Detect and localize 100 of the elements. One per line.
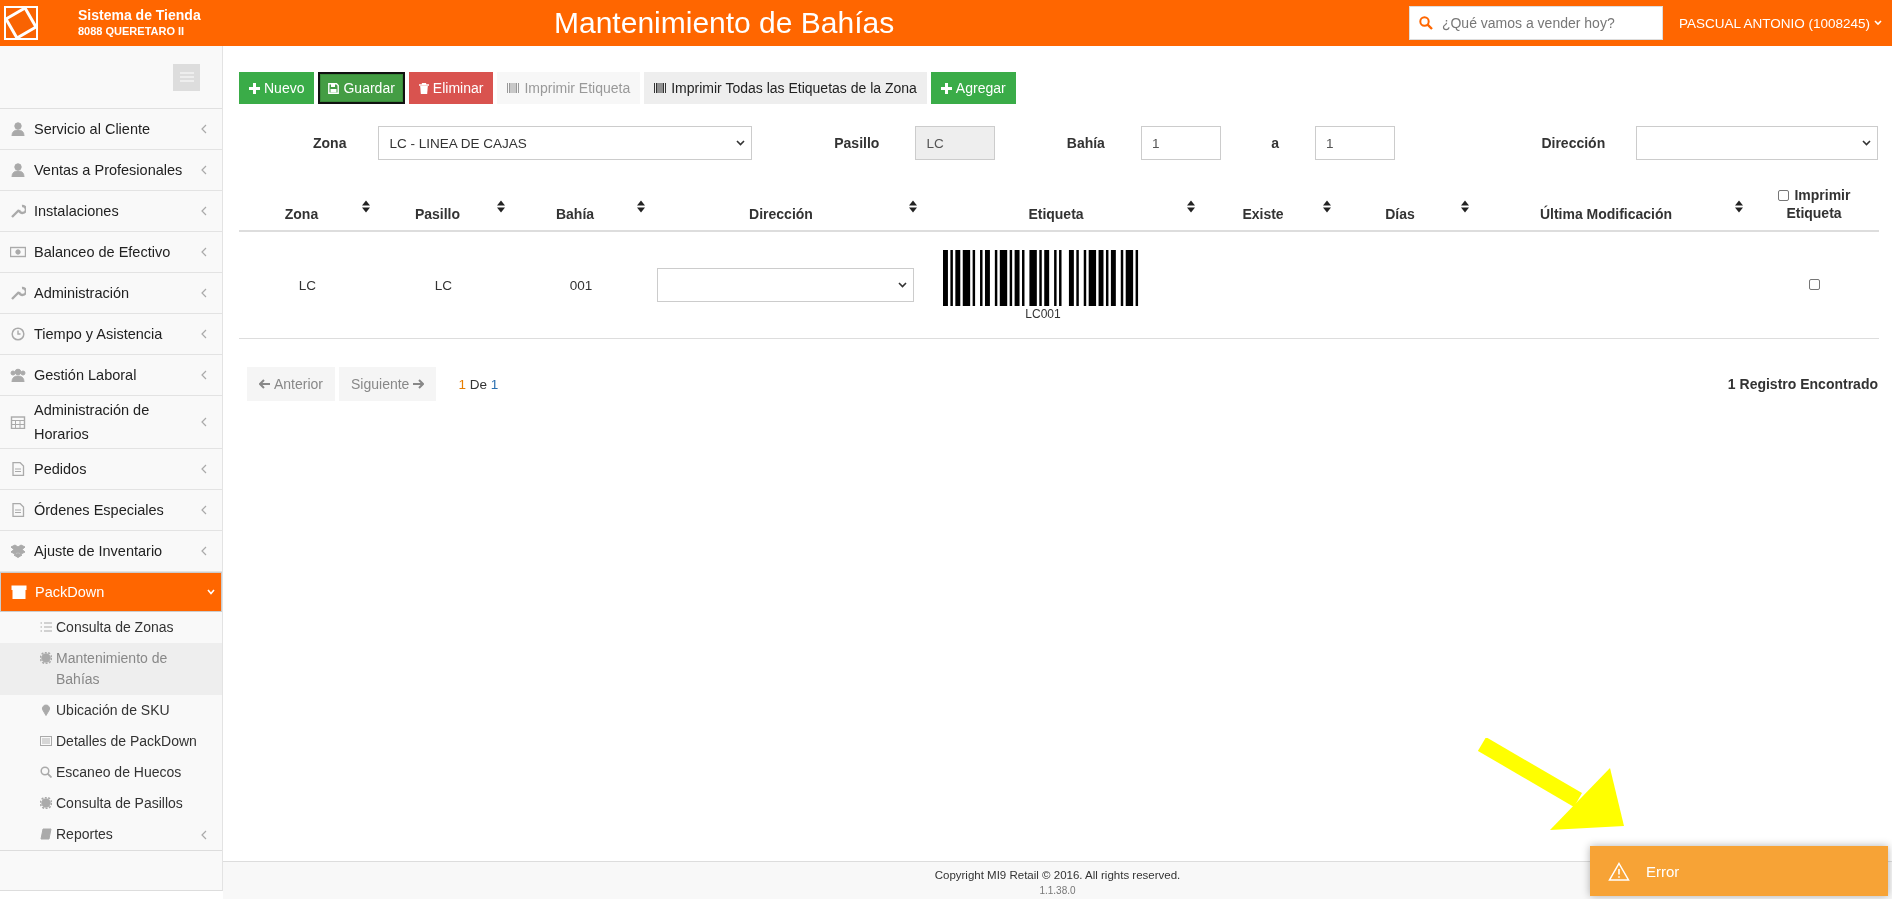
chevron-icon: [200, 464, 208, 474]
app-name: Sistema de Tienda: [78, 7, 201, 23]
clock-icon: [10, 327, 26, 341]
chevron-icon: [200, 288, 208, 298]
field-label: Zona: [313, 135, 347, 151]
trash-icon: [418, 82, 429, 94]
plus-icon: [249, 82, 260, 94]
print-button[interactable]: Imprimir Todas las Etiquetas de la Zona: [644, 72, 927, 104]
gear-icon: [40, 797, 52, 809]
field-label: Dirección: [1541, 135, 1606, 151]
list-icon: [40, 621, 52, 633]
chevron-icon: [200, 247, 208, 257]
submenu-item[interactable]: Escaneo de Huecos: [0, 757, 222, 788]
record-count: 1 Registro Encontrado: [1727, 376, 1878, 392]
column-header: Imprimir Etiqueta: [1786, 187, 1851, 221]
sidebar-item[interactable]: Gestión Laboral: [0, 355, 222, 396]
file-icon: [10, 462, 26, 476]
sort-icon[interactable]: [1187, 200, 1195, 213]
caret-icon: [1874, 20, 1882, 26]
search-icon: [40, 766, 52, 778]
pin-icon: [40, 704, 52, 716]
submenu-item[interactable]: Consulta de Pasillos: [0, 788, 222, 819]
chevron-icon: [200, 329, 208, 339]
sort-icon[interactable]: [909, 200, 917, 213]
calendar-icon: [10, 415, 26, 429]
sidebar-item[interactable]: Administración: [0, 273, 222, 314]
submenu-item[interactable]: Consulta de Zonas: [0, 612, 222, 643]
column-header: Días: [1385, 206, 1415, 222]
chevron-icon: [736, 140, 746, 146]
sidebar-item[interactable]: Órdenes Especiales: [0, 490, 222, 531]
wrench-icon: [10, 204, 26, 218]
sidebar-item[interactable]: Ventas a Profesionales: [0, 150, 222, 191]
sidebar-item[interactable]: Instalaciones: [0, 191, 222, 232]
sort-icon[interactable]: [1735, 200, 1743, 213]
arrow-left-icon: [259, 379, 270, 389]
chevron-icon: [200, 370, 208, 380]
submenu-item[interactable]: Detalles de PackDown: [0, 726, 222, 757]
sidebar-item[interactable]: Pedidos: [0, 449, 222, 490]
version-text: 1.1.38.0: [1039, 884, 1076, 898]
logo-icon: [4, 6, 38, 40]
chevron-icon: [1862, 140, 1871, 146]
sort-icon[interactable]: [497, 200, 505, 213]
barcode-icon: [654, 83, 668, 93]
user-icon: [10, 163, 26, 177]
sort-icon[interactable]: [362, 200, 370, 213]
search-field[interactable]: ¿Qué vamos a vender hoy?: [1408, 6, 1663, 40]
sort-icon[interactable]: [637, 200, 645, 213]
sidebar-item[interactable]: Administración de Horarios: [0, 396, 222, 449]
bay-from-field[interactable]: 1: [1140, 126, 1222, 160]
chevron-icon: [200, 206, 208, 216]
chevron-icon: [207, 587, 215, 597]
column-header: Última Modificación: [1539, 206, 1673, 222]
chevron-icon: [200, 417, 208, 427]
column-header: Zona: [284, 206, 319, 222]
save-icon: [328, 82, 340, 94]
sort-icon[interactable]: [1461, 200, 1469, 213]
file-icon: [10, 503, 26, 517]
page-indicator: 1 De 1: [458, 376, 499, 392]
sort-icon[interactable]: [1323, 200, 1331, 213]
chevron-icon: [200, 124, 208, 134]
chevron-icon: [898, 282, 907, 288]
gear-icon: [40, 652, 52, 664]
chevron-icon: [200, 165, 208, 175]
chevron-icon: [200, 505, 208, 515]
copyright-text: Copyright MI9 Retail © 2016. All rights reserved.: [934, 868, 1181, 883]
wrench-icon: [10, 286, 26, 300]
listing-icon: [40, 735, 52, 747]
table-cell: LC: [434, 277, 453, 293]
column-header: Pasillo: [414, 206, 461, 222]
table-cell: LC: [298, 277, 317, 293]
bay-to-field[interactable]: 1: [1315, 126, 1396, 160]
page-title: Mantenimiento de Bahías: [554, 6, 896, 40]
warning-icon: [1608, 861, 1630, 881]
delete-button[interactable]: Eliminar: [408, 72, 494, 104]
plus-icon: [940, 82, 952, 94]
search-icon: [1418, 16, 1433, 30]
checkbox[interactable]: [1777, 190, 1789, 201]
field-label: Bahía: [1066, 135, 1105, 151]
column-header: Dirección: [749, 206, 813, 222]
barcode-icon: [507, 83, 521, 93]
sidebar-item[interactable]: Tiempo y Asistencia: [0, 314, 222, 355]
chevron-icon: [200, 829, 208, 840]
column-header: Existe: [1242, 206, 1284, 222]
sidebar-item[interactable]: Balanceo de Efectivo: [0, 232, 222, 273]
user-icon: [10, 122, 26, 136]
arrow-right-icon: [413, 379, 425, 389]
submenu-item[interactable]: Reportes: [0, 819, 222, 850]
field-label: a: [1271, 135, 1280, 151]
submenu-item[interactable]: Ubicación de SKU: [0, 695, 222, 726]
chevron-icon: [200, 546, 208, 556]
money-icon: [10, 245, 26, 259]
aisle-field[interactable]: LC: [915, 126, 995, 160]
table-cell: 001: [569, 277, 593, 293]
toast-message: Error: [1646, 862, 1680, 880]
column-header: Bahía: [555, 206, 595, 222]
barcode-label: LC001: [1025, 306, 1061, 321]
users-icon: [10, 368, 26, 382]
checkbox[interactable]: [1808, 278, 1820, 290]
sidebar-item[interactable]: Servicio al Cliente: [0, 109, 222, 150]
zone-select[interactable]: LC - LINEA DE CAJAS: [378, 126, 753, 160]
